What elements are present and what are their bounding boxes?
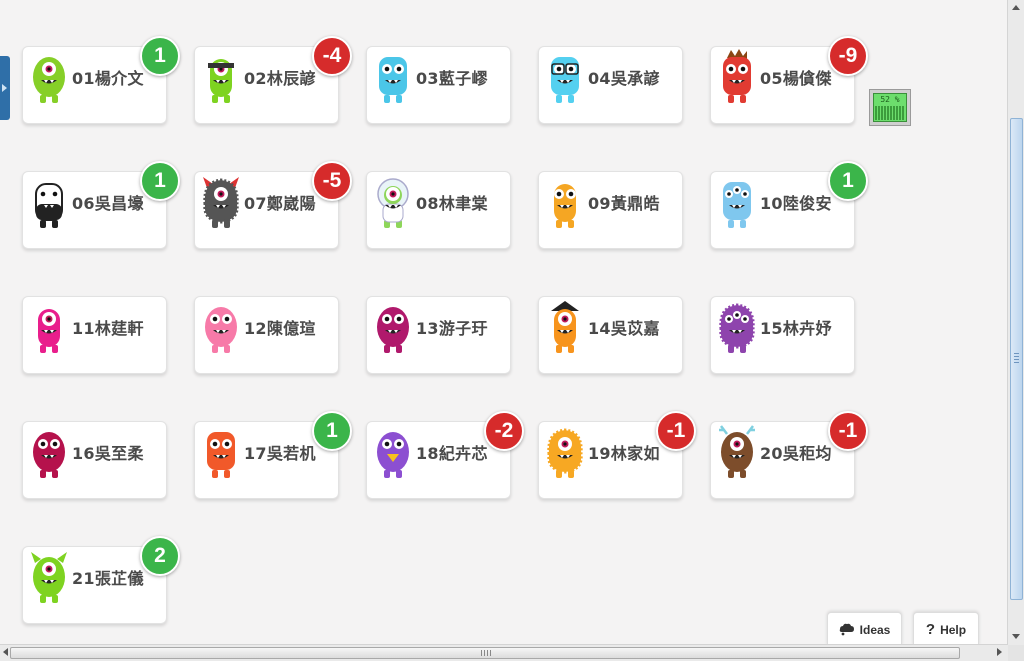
student-name: 02林辰諺	[244, 69, 316, 88]
student-name: 13游子玗	[416, 319, 488, 338]
vertical-scrollbar[interactable]	[1007, 0, 1024, 645]
student-card[interactable]: 13游子玗	[366, 296, 511, 374]
vertical-scroll-thumb[interactable]	[1010, 118, 1023, 600]
question-mark-icon: ?	[925, 621, 936, 638]
scroll-right-arrow-icon[interactable]	[997, 648, 1002, 656]
monster-avatar-icon	[371, 49, 415, 107]
monster-avatar-icon	[27, 299, 71, 357]
points-badge: 1	[140, 161, 180, 201]
points-badge: 1	[828, 161, 868, 201]
student-card[interactable]: 16吳至柔	[22, 421, 167, 499]
points-badge: -9	[828, 36, 868, 76]
points-badge: -1	[656, 411, 696, 451]
monster-avatar-icon	[715, 49, 759, 107]
meter-bars	[875, 106, 905, 120]
student-card[interactable]: 10陸俊安 1	[710, 161, 868, 249]
monster-avatar-icon	[371, 424, 415, 482]
class-view: 01楊介文 1 02林辰諺 -4 03藍子嵺 04吳承諺 05楊僋傑 -9 06吳昌壕 1 07鄭崴…	[0, 0, 1008, 645]
monster-avatar-icon	[543, 299, 587, 357]
monster-avatar-icon	[27, 549, 71, 607]
monster-avatar-icon	[199, 424, 243, 482]
monster-avatar-icon	[199, 174, 243, 232]
monster-avatar-icon	[543, 424, 587, 482]
scrollbar-corner	[1008, 645, 1024, 661]
help-label: Help	[940, 622, 967, 637]
scroll-left-arrow-icon[interactable]	[3, 648, 8, 656]
student-name: 11林莛軒	[72, 319, 144, 338]
student-name: 17吳若机	[244, 444, 316, 463]
student-card[interactable]: 08林聿棠	[366, 171, 511, 249]
monster-avatar-icon	[715, 174, 759, 232]
points-badge: 1	[312, 411, 352, 451]
student-card[interactable]: 21張芷儀 2	[22, 536, 180, 624]
student-name: 08林聿棠	[416, 194, 488, 213]
student-name: 03藍子嵺	[416, 69, 488, 88]
student-card[interactable]: 01楊介文 1	[22, 36, 180, 124]
student-name: 09黃鼎皓	[588, 194, 660, 213]
ideas-icon	[839, 623, 854, 636]
monster-avatar-icon	[27, 424, 71, 482]
monster-avatar-icon	[199, 299, 243, 357]
student-name: 07鄭崴陽	[244, 194, 316, 213]
student-card[interactable]: 09黃鼎皓	[538, 171, 683, 249]
ideas-label: Ideas	[859, 622, 891, 637]
scroll-up-arrow-icon[interactable]	[1012, 5, 1020, 10]
monster-avatar-icon	[715, 299, 759, 357]
points-badge: 1	[140, 36, 180, 76]
student-name: 04吳承諺	[588, 69, 660, 88]
monster-avatar-icon	[27, 174, 71, 232]
student-card[interactable]: 19林家如 -1	[538, 411, 696, 499]
student-card[interactable]: 14吳苡嘉	[538, 296, 683, 374]
monster-avatar-icon	[371, 174, 415, 232]
student-card[interactable]: 18紀卉芯 -2	[366, 411, 524, 499]
help-button[interactable]: ? Help	[913, 612, 979, 645]
student-name: 16吳至柔	[72, 444, 144, 463]
student-card[interactable]: 02林辰諺 -4	[194, 36, 352, 124]
points-badge: 2	[140, 536, 180, 576]
meter-label: 52 %	[880, 95, 900, 104]
student-name: 05楊僋傑	[760, 69, 832, 88]
monster-avatar-icon	[371, 299, 415, 357]
student-name: 06吳昌壕	[72, 194, 144, 213]
student-card[interactable]: 11林莛軒	[22, 296, 167, 374]
student-card[interactable]: 07鄭崴陽 -5	[194, 161, 352, 249]
points-badge: -1	[828, 411, 868, 451]
monster-avatar-icon	[27, 49, 71, 107]
monster-avatar-icon	[199, 49, 243, 107]
student-card[interactable]: 17吳若机 1	[194, 411, 352, 499]
student-card[interactable]: 05楊僋傑 -9	[710, 36, 868, 124]
student-name: 12陳億瑄	[244, 319, 316, 338]
horizontal-scrollbar[interactable]	[0, 644, 1008, 661]
points-badge: -4	[312, 36, 352, 76]
points-badge: -5	[312, 161, 352, 201]
student-name: 19林家如	[588, 444, 660, 463]
student-name: 20吳秬均	[760, 444, 832, 463]
performance-meter: 52 %	[869, 89, 911, 126]
horizontal-scroll-thumb[interactable]	[10, 647, 960, 659]
student-card[interactable]: 06吳昌壕 1	[22, 161, 180, 249]
student-card[interactable]: 03藍子嵺	[366, 46, 511, 124]
ideas-button[interactable]: Ideas	[827, 612, 902, 645]
student-card[interactable]: 15林卉妤	[710, 296, 855, 374]
student-name: 14吳苡嘉	[588, 319, 660, 338]
monster-avatar-icon	[543, 174, 587, 232]
student-card[interactable]: 04吳承諺	[538, 46, 683, 124]
student-name: 21張芷儀	[72, 569, 144, 588]
student-name: 10陸俊安	[760, 194, 832, 213]
student-name: 15林卉妤	[760, 319, 832, 338]
student-name: 18紀卉芯	[416, 444, 488, 463]
monster-avatar-icon	[543, 49, 587, 107]
points-badge: -2	[484, 411, 524, 451]
student-name: 01楊介文	[72, 69, 144, 88]
side-drawer-toggle[interactable]	[0, 56, 10, 120]
student-card[interactable]: 12陳億瑄	[194, 296, 339, 374]
student-card[interactable]: 20吳秬均 -1	[710, 411, 868, 499]
meter-display: 52 %	[873, 93, 907, 122]
monster-avatar-icon	[715, 424, 759, 482]
scroll-down-arrow-icon[interactable]	[1012, 634, 1020, 639]
